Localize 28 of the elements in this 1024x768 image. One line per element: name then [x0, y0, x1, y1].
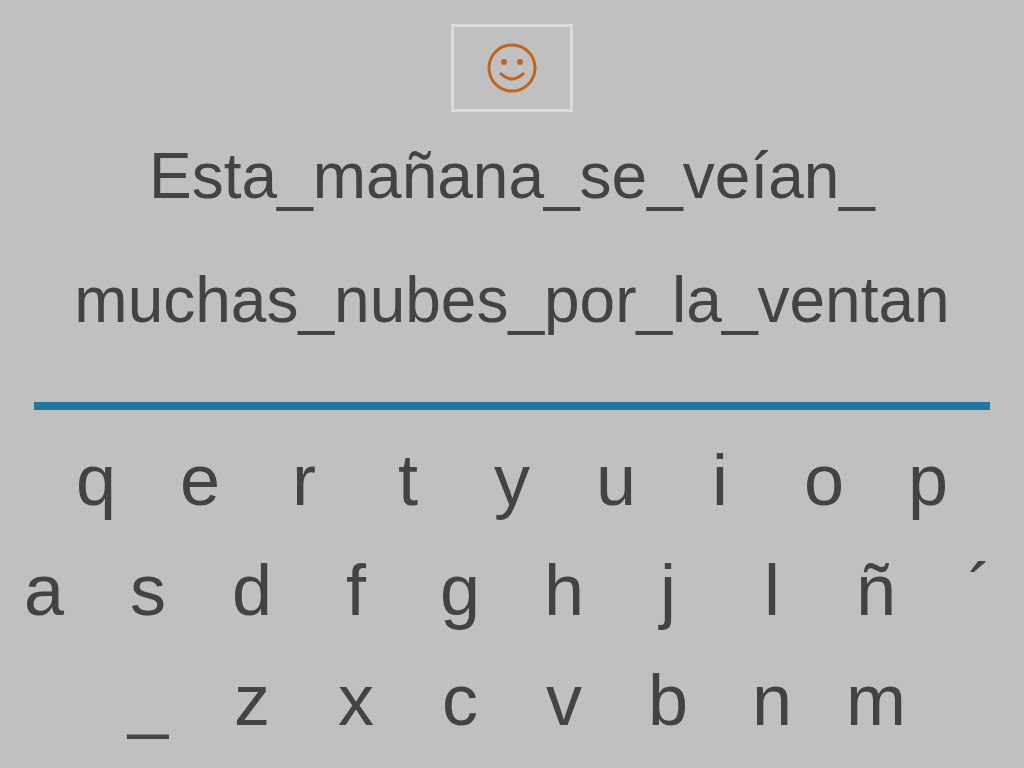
letter-key[interactable]: v: [519, 652, 609, 748]
letter-key[interactable]: e: [155, 432, 245, 528]
letter-key[interactable]: j: [623, 542, 713, 638]
letter-key[interactable]: _: [103, 652, 193, 748]
letter-key[interactable]: b: [623, 652, 713, 748]
letter-key[interactable]: g: [415, 542, 505, 638]
letter-key[interactable]: y: [467, 432, 557, 528]
letter-key[interactable]: t: [363, 432, 453, 528]
letter-key[interactable]: ñ: [831, 542, 921, 638]
letter-key[interactable]: a: [0, 542, 89, 638]
letter-key[interactable]: m: [831, 652, 921, 748]
letter-key[interactable]: i: [675, 432, 765, 528]
letter-key[interactable]: d: [207, 542, 297, 638]
letter-key[interactable]: h: [519, 542, 609, 638]
letter-key[interactable]: p: [883, 432, 973, 528]
letter-key[interactable]: n: [727, 652, 817, 748]
letter-key[interactable]: c: [415, 652, 505, 748]
letter-key[interactable]: ´: [935, 542, 1024, 638]
smiley-icon: [486, 42, 538, 94]
letter-key[interactable]: q: [51, 432, 141, 528]
letter-key[interactable]: x: [311, 652, 401, 748]
letter-key[interactable]: l: [727, 542, 817, 638]
letter-key[interactable]: r: [259, 432, 349, 528]
letter-key[interactable]: o: [779, 432, 869, 528]
letter-key[interactable]: u: [571, 432, 661, 528]
letter-key[interactable]: z: [207, 652, 297, 748]
letter-key[interactable]: s: [103, 542, 193, 638]
letter-key[interactable]: f: [311, 542, 401, 638]
